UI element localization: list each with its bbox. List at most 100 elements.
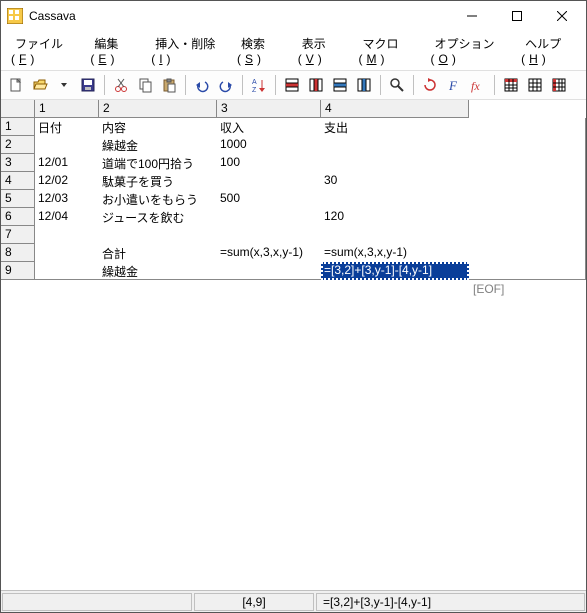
row-header[interactable]: 2 <box>1 136 35 154</box>
cell[interactable]: 500 <box>217 190 321 208</box>
redo-icon[interactable] <box>215 74 237 96</box>
cell[interactable]: 日付 <box>35 118 99 136</box>
separator <box>185 75 186 95</box>
cell[interactable] <box>35 262 99 280</box>
row-header[interactable]: 6 <box>1 208 35 226</box>
menu-search[interactable]: 検索(S) <box>233 33 286 68</box>
titlebar: Cassava <box>1 1 586 31</box>
cell[interactable]: 12/02 <box>35 172 99 190</box>
cell[interactable]: 駄菓子を買う <box>99 172 217 190</box>
svg-text:Z: Z <box>252 87 257 93</box>
minimize-button[interactable] <box>449 2 494 30</box>
col-header-4[interactable]: 4 <box>321 100 469 118</box>
row-headers: 1 2 3 4 5 6 7 8 9 <box>1 118 35 590</box>
cells-area[interactable]: 日付内容収入支出 繰越金1000 12/01道端で100円拾う100 12/02… <box>35 118 586 280</box>
grid-area: 1 2 3 4 1 2 3 4 5 6 7 8 9 日付内容収入支出 繰越金10… <box>1 100 586 590</box>
row-header[interactable]: 1 <box>1 118 35 136</box>
menu-view[interactable]: 表示(V) <box>294 33 347 68</box>
col-header-1[interactable]: 1 <box>35 100 99 118</box>
insert-row-icon[interactable] <box>281 74 303 96</box>
status-formula: =[3,2]+[3,y-1]-[4,y-1] <box>316 593 585 611</box>
delete-col-icon[interactable] <box>353 74 375 96</box>
menu-edit[interactable]: 編集(E) <box>86 33 139 68</box>
menu-file[interactable]: ファイル(F) <box>7 33 78 68</box>
cell[interactable] <box>35 226 99 244</box>
open-dropdown-icon[interactable] <box>53 74 75 96</box>
paste-icon[interactable] <box>158 74 180 96</box>
cell[interactable] <box>321 136 469 154</box>
cell[interactable] <box>35 136 99 154</box>
separator <box>275 75 276 95</box>
cell-selected[interactable]: =[3,2]+[3,y-1]-[4,y-1] <box>321 262 469 280</box>
separator <box>413 75 414 95</box>
app-icon <box>7 8 23 24</box>
cut-icon[interactable] <box>110 74 132 96</box>
separator <box>104 75 105 95</box>
separator <box>494 75 495 95</box>
row-header[interactable]: 7 <box>1 226 35 244</box>
row-header[interactable]: 4 <box>1 172 35 190</box>
sort-icon[interactable]: AZ <box>248 74 270 96</box>
menu-option[interactable]: オプション(O) <box>426 33 509 68</box>
cell[interactable]: =sum(x,3,x,y-1) <box>217 244 321 262</box>
open-icon[interactable] <box>29 74 51 96</box>
col-header-3[interactable]: 3 <box>217 100 321 118</box>
cell[interactable] <box>321 190 469 208</box>
row-header[interactable]: 9 <box>1 262 35 280</box>
cell[interactable]: ジュースを飲む <box>99 208 217 226</box>
cell[interactable]: 1000 <box>217 136 321 154</box>
copy-icon[interactable] <box>134 74 156 96</box>
svg-text:A: A <box>252 79 257 86</box>
cell[interactable] <box>217 226 321 244</box>
cell[interactable]: 合計 <box>99 244 217 262</box>
cell[interactable]: 100 <box>217 154 321 172</box>
cell[interactable]: 支出 <box>321 118 469 136</box>
new-icon[interactable] <box>5 74 27 96</box>
cell[interactable]: 12/01 <box>35 154 99 172</box>
cell[interactable]: 収入 <box>217 118 321 136</box>
separator <box>380 75 381 95</box>
cell[interactable]: 12/04 <box>35 208 99 226</box>
menu-macro[interactable]: マクロ(M) <box>355 33 419 68</box>
find-icon[interactable] <box>386 74 408 96</box>
cell[interactable]: 内容 <box>99 118 217 136</box>
window-title: Cassava <box>29 9 449 23</box>
grid-corner[interactable] <box>1 100 35 118</box>
formula-icon[interactable]: F <box>443 74 465 96</box>
statusbar: [4,9] =[3,2]+[3,y-1]-[4,y-1] <box>1 590 586 612</box>
refresh-icon[interactable] <box>419 74 441 96</box>
cell[interactable] <box>217 172 321 190</box>
row-header[interactable]: 5 <box>1 190 35 208</box>
delete-row-icon[interactable] <box>329 74 351 96</box>
save-icon[interactable] <box>77 74 99 96</box>
eof-marker: [EOF] <box>473 282 504 296</box>
row-header[interactable]: 3 <box>1 154 35 172</box>
grid1-icon[interactable] <box>500 74 522 96</box>
cell[interactable]: 繰越金 <box>99 262 217 280</box>
cell[interactable] <box>217 208 321 226</box>
insert-col-icon[interactable] <box>305 74 327 96</box>
cell[interactable]: お小遣いをもらう <box>99 190 217 208</box>
cell[interactable] <box>321 154 469 172</box>
menu-help[interactable]: ヘルプ(H) <box>517 33 580 68</box>
cell[interactable]: 道端で100円拾う <box>99 154 217 172</box>
cell[interactable]: 30 <box>321 172 469 190</box>
close-button[interactable] <box>539 2 584 30</box>
undo-icon[interactable] <box>191 74 213 96</box>
maximize-button[interactable] <box>494 2 539 30</box>
col-header-2[interactable]: 2 <box>99 100 217 118</box>
cell[interactable] <box>99 226 217 244</box>
cell[interactable]: 繰越金 <box>99 136 217 154</box>
cell[interactable] <box>217 262 321 280</box>
menu-insdel[interactable]: 挿入・削除(I) <box>147 33 225 68</box>
function-icon[interactable]: fx <box>467 74 489 96</box>
grid3-icon[interactable] <box>548 74 570 96</box>
svg-text:F: F <box>448 78 458 93</box>
row-header[interactable]: 8 <box>1 244 35 262</box>
cell[interactable]: =sum(x,3,x,y-1) <box>321 244 469 262</box>
cell[interactable] <box>321 226 469 244</box>
cell[interactable]: 12/03 <box>35 190 99 208</box>
cell[interactable]: 120 <box>321 208 469 226</box>
grid2-icon[interactable] <box>524 74 546 96</box>
cell[interactable] <box>35 244 99 262</box>
